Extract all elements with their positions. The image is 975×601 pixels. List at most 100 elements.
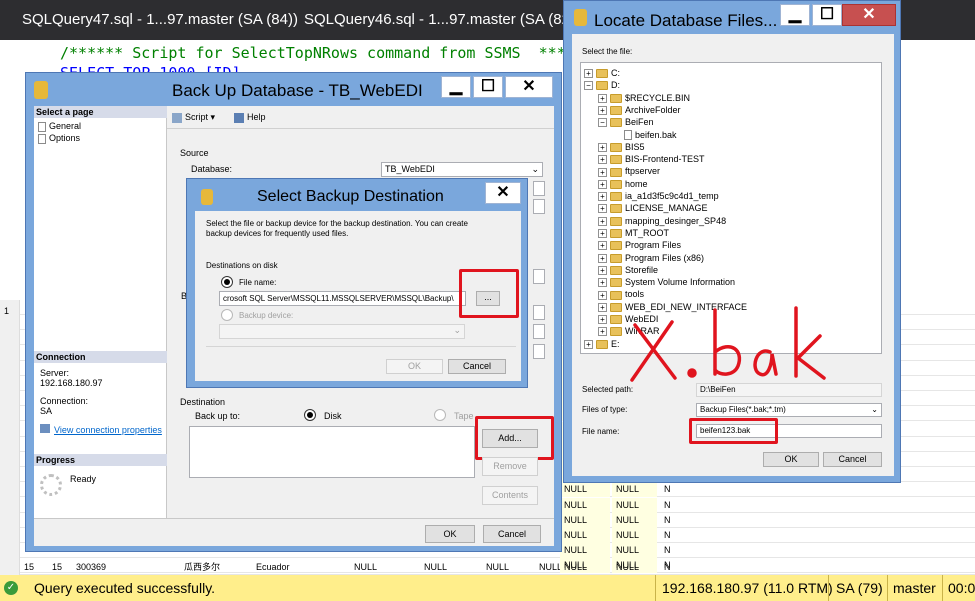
tree-item[interactable]: + home xyxy=(598,178,648,190)
grid-cell[interactable]: NULL xyxy=(560,512,610,528)
maximize-button[interactable]: ☐ xyxy=(473,76,503,98)
partial-field[interactable] xyxy=(533,324,545,339)
grid-cell[interactable]: NULL xyxy=(612,543,657,559)
database-select[interactable]: TB_WebEDI ⌄ xyxy=(381,162,543,177)
expand-icon[interactable]: + xyxy=(598,106,607,116)
expand-icon[interactable]: + xyxy=(598,290,607,300)
ok-button[interactable]: OK xyxy=(763,452,819,467)
tree-item[interactable]: + tools xyxy=(598,288,644,300)
close-button[interactable]: ✕ xyxy=(505,76,553,98)
grid-cell[interactable]: 瓜西多尔 xyxy=(180,560,250,575)
expand-icon[interactable]: + xyxy=(598,265,607,275)
tree-item[interactable]: beifen.bak xyxy=(612,129,677,141)
tree-item[interactable]: − D: xyxy=(584,79,620,91)
tree-item[interactable]: + Program Files xyxy=(598,239,681,251)
tree-item[interactable]: + Program Files (x86) xyxy=(598,252,704,264)
partial-field[interactable] xyxy=(533,199,545,214)
grid-cell[interactable]: N xyxy=(660,482,732,497)
script-button[interactable]: Script ▾ xyxy=(172,112,215,123)
grid-cell[interactable]: N xyxy=(660,498,732,513)
expand-icon[interactable]: + xyxy=(598,278,607,288)
grid-cell[interactable]: NULL xyxy=(420,560,470,575)
minimize-button[interactable]: ▁ xyxy=(780,4,810,26)
tree-item[interactable]: + BIS-Frontend-TEST xyxy=(598,153,705,165)
grid-cell[interactable]: 15 xyxy=(20,560,48,575)
expand-icon[interactable]: + xyxy=(598,241,607,251)
help-button[interactable]: Help xyxy=(234,112,266,123)
backup-device-select[interactable]: ⌄ xyxy=(219,324,465,339)
expand-icon[interactable]: + xyxy=(598,216,607,226)
grid-cell[interactable]: Ecuador xyxy=(252,560,350,575)
backup-device-radio[interactable] xyxy=(221,309,233,321)
grid-cell[interactable]: NULL xyxy=(612,528,657,543)
tree-item[interactable]: − BeiFen xyxy=(598,116,654,128)
grid-cell[interactable]: NULL xyxy=(612,512,657,528)
expand-icon[interactable]: + xyxy=(584,69,593,79)
grid-cell[interactable]: N xyxy=(660,560,732,575)
tree-item[interactable]: + $RECYCLE.BIN xyxy=(598,92,690,104)
contents-button[interactable]: Contents xyxy=(482,486,538,505)
page-general[interactable]: General xyxy=(38,121,81,132)
grid-cell[interactable]: NULL xyxy=(612,482,657,498)
collapse-icon[interactable]: − xyxy=(584,81,593,91)
grid-cell[interactable]: N xyxy=(660,528,732,543)
expand-icon[interactable]: + xyxy=(598,204,607,214)
expand-icon[interactable]: + xyxy=(598,142,607,152)
partial-field[interactable] xyxy=(533,305,545,320)
tab-sqlquery46[interactable]: SQLQuery46.sql - 1...97.master (SA (82)) xyxy=(282,0,580,40)
grid-cell[interactable]: N xyxy=(660,543,732,558)
remove-button[interactable]: Remove xyxy=(482,457,538,476)
expand-icon[interactable]: + xyxy=(598,167,607,177)
tree-item[interactable]: + C: xyxy=(584,67,620,79)
ok-button[interactable]: OK xyxy=(386,359,443,374)
expand-icon[interactable]: + xyxy=(598,253,607,263)
expand-icon[interactable]: + xyxy=(598,302,607,312)
grid-cell[interactable]: 300369 xyxy=(72,560,134,575)
expand-icon[interactable]: + xyxy=(584,339,593,349)
minimize-button[interactable]: ▁ xyxy=(441,76,471,98)
grid-cell[interactable]: NULL xyxy=(482,560,530,575)
tree-item[interactable]: + E: xyxy=(584,338,620,350)
grid-cell[interactable]: N xyxy=(660,513,732,528)
grid-cell[interactable]: NULL xyxy=(560,482,610,498)
maximize-button[interactable]: ☐ xyxy=(812,4,842,26)
grid-cell[interactable]: NULL xyxy=(560,560,610,575)
tree-item[interactable]: + ArchiveFolder xyxy=(598,104,681,116)
tree-item[interactable]: + LICENSE_MANAGE xyxy=(598,202,708,214)
expand-icon[interactable]: + xyxy=(598,179,607,189)
expand-icon[interactable]: + xyxy=(598,315,607,325)
tree-item[interactable]: + MT_ROOT xyxy=(598,227,669,239)
cancel-button[interactable]: Cancel xyxy=(483,525,541,543)
tab-sqlquery47[interactable]: SQLQuery47.sql - 1...97.master (SA (84)) xyxy=(0,0,298,40)
file-name-radio[interactable] xyxy=(221,276,233,288)
disk-radio[interactable] xyxy=(304,409,316,421)
grid-cell[interactable]: NULL xyxy=(612,560,657,575)
destination-list[interactable] xyxy=(189,426,475,478)
expand-icon[interactable]: + xyxy=(598,229,607,239)
page-options[interactable]: Options xyxy=(38,133,80,144)
table-row[interactable]: 15 15 300369 瓜西多尔 Ecuador NULL NULL NULL NULL NUL… xyxy=(20,560,975,575)
grid-cell[interactable]: NULL xyxy=(560,543,610,559)
grid-cell[interactable]: 15 xyxy=(48,560,72,575)
cancel-button[interactable]: Cancel xyxy=(823,452,882,467)
close-button[interactable]: ✕ xyxy=(485,182,521,204)
grid-cell[interactable]: NULL xyxy=(560,528,610,543)
expand-icon[interactable]: + xyxy=(598,327,607,337)
expand-icon[interactable]: + xyxy=(598,192,607,202)
tree-item[interactable]: + BIS5 xyxy=(598,141,645,153)
tree-item[interactable]: + System Volume Information xyxy=(598,276,735,288)
tree-item[interactable]: + mapping_desinger_SP48 xyxy=(598,215,726,227)
tree-item[interactable]: + ia_a1d3f5c9c4d1_temp xyxy=(598,190,719,202)
grid-cell[interactable]: NULL xyxy=(535,560,560,575)
tree-item[interactable]: + ftpserver xyxy=(598,165,660,177)
close-button[interactable]: ✕ xyxy=(842,4,896,26)
collapse-icon[interactable]: − xyxy=(598,118,607,128)
tape-radio[interactable] xyxy=(434,409,446,421)
cancel-button[interactable]: Cancel xyxy=(448,359,506,374)
grid-cell[interactable]: NULL xyxy=(612,497,657,513)
expand-icon[interactable]: + xyxy=(598,93,607,103)
partial-field[interactable] xyxy=(533,269,545,284)
files-of-type-select[interactable]: Backup Files(*.bak;*.tm) ⌄ xyxy=(696,403,882,417)
partial-field[interactable] xyxy=(533,344,545,359)
file-name-input[interactable]: crosoft SQL Server\MSSQL11.MSSQLSERVER\M… xyxy=(219,291,466,306)
